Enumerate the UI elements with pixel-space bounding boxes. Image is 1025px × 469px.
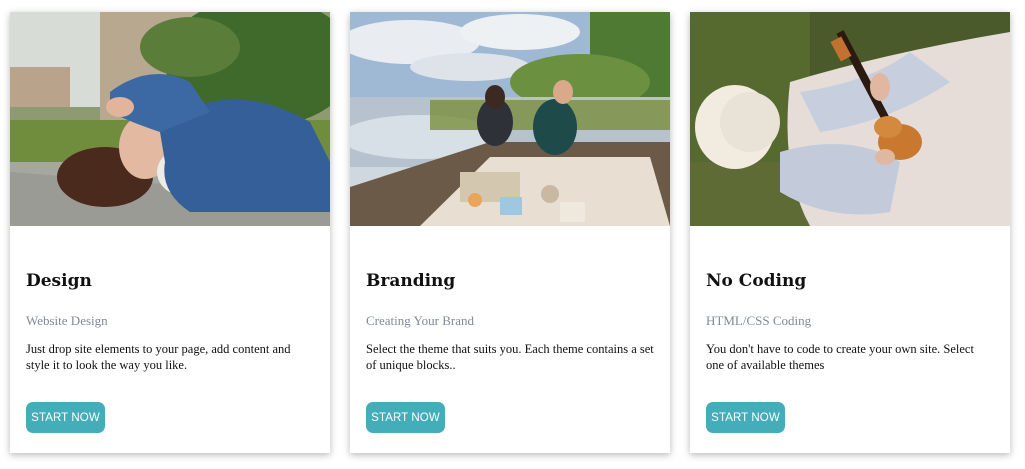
card-title: No Coding [706, 271, 807, 291]
start-now-button[interactable]: START NOW [26, 402, 105, 433]
card-design: Design Website Design Just drop site ele… [10, 12, 330, 453]
card-title: Design [26, 271, 92, 291]
cards-row: Design Website Design Just drop site ele… [0, 0, 1025, 469]
start-now-button[interactable]: START NOW [706, 402, 785, 433]
card-description: Select the theme that suits you. Each th… [366, 342, 654, 372]
card-description: Just drop site elements to your page, ad… [26, 342, 291, 372]
card-image-woman-with-ukulele [690, 12, 1010, 226]
card-subtitle: Creating Your Brand [366, 313, 474, 328]
card-image-couple-picnic-on-dock [350, 12, 670, 226]
card-image-woman-lying-on-pavement [10, 12, 330, 226]
card-title: Branding [366, 271, 456, 291]
card-subtitle: HTML/CSS Coding [706, 313, 812, 328]
card-branding: Branding Creating Your Brand Select the … [350, 12, 670, 453]
card-description: You don't have to code to create your ow… [706, 342, 974, 372]
start-now-button[interactable]: START NOW [366, 402, 445, 433]
card-subtitle: Website Design [26, 313, 108, 328]
card-no-coding: No Coding HTML/CSS Coding You don't have… [690, 12, 1010, 453]
